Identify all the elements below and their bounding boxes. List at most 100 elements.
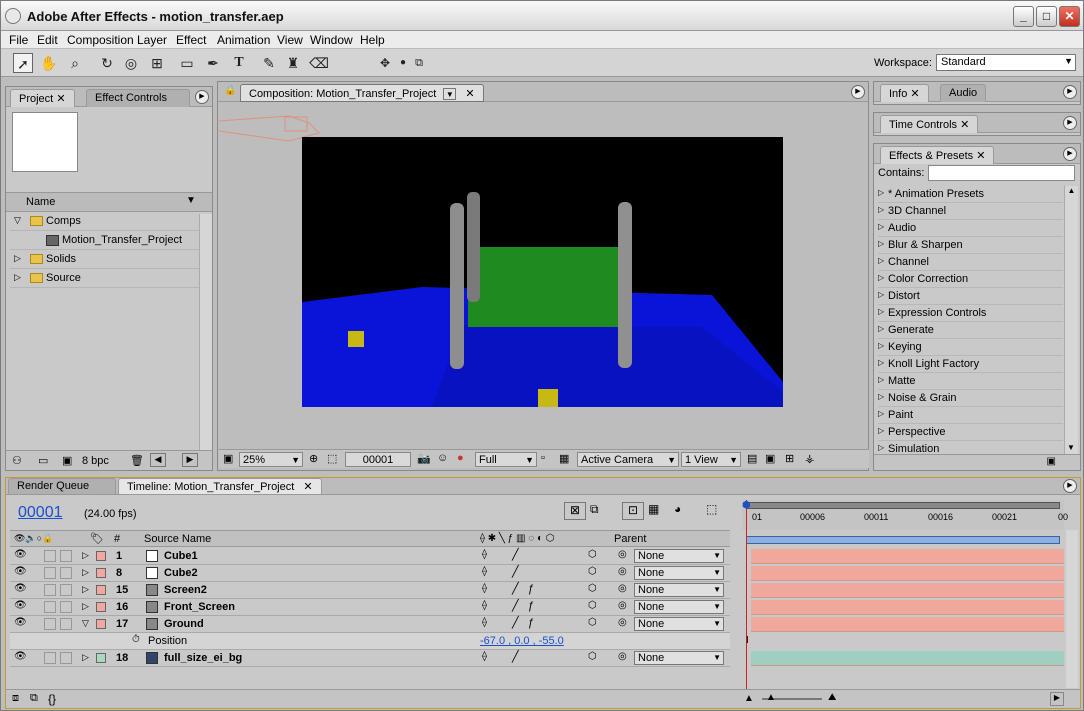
bpc-label[interactable]: 8 bpc	[82, 455, 109, 467]
layer-row[interactable]: 👁 ▽ 17 Ground ⟠ ╱ ƒ ⬡ ◎ None ▼	[10, 616, 730, 633]
solo-box[interactable]	[44, 567, 56, 579]
time-navigator-bar[interactable]	[746, 536, 1060, 544]
menu-window[interactable]: Window	[310, 33, 353, 47]
zoom-slider-handle[interactable]: ▲	[766, 692, 776, 703]
chevron-down-icon[interactable]: ▼	[186, 195, 196, 206]
tab-project[interactable]: Project ✕	[10, 89, 75, 107]
tab-audio[interactable]: Audio	[940, 84, 987, 102]
track-camera-icon[interactable]: ⊞	[147, 53, 167, 73]
axis-icon[interactable]: ✥	[375, 53, 395, 73]
view-axis-icon[interactable]: ⧉	[409, 53, 429, 73]
fast-previews-icon[interactable]: ▣	[765, 452, 775, 465]
pick-whip-icon[interactable]: ◎	[618, 617, 627, 628]
brush-tool-icon[interactable]: ✎	[259, 53, 279, 73]
tab-time-controls[interactable]: Time Controls ✕	[880, 115, 979, 133]
composition-viewer[interactable]	[302, 137, 783, 407]
list-item[interactable]: ▽ Comps	[10, 212, 200, 231]
pick-whip-icon[interactable]: ◎	[618, 651, 627, 662]
3d-layer-icon[interactable]: ⬡	[588, 566, 597, 577]
pick-whip-icon[interactable]: ◎	[618, 566, 627, 577]
label-color-swatch[interactable]	[96, 551, 106, 561]
quality-switch-icon[interactable]: ╱	[512, 650, 519, 663]
type-tool-icon[interactable]: T	[229, 53, 249, 73]
effects-search-input[interactable]	[928, 165, 1075, 181]
label-color-swatch[interactable]	[96, 585, 106, 595]
expand-triangle-icon[interactable]: ▷	[82, 567, 89, 578]
effects-category-item[interactable]: Perspective	[878, 424, 1063, 441]
effects-scrollbar[interactable]: ▲ ▼	[1064, 186, 1078, 454]
tab-composition[interactable]: Composition: Motion_Transfer_Project ▼ ✕	[240, 84, 484, 102]
eye-icon[interactable]: 👁	[14, 583, 27, 594]
pick-whip-icon[interactable]: ◎	[618, 583, 627, 594]
position-value[interactable]: -67.0 , 0.0 , -55.0	[480, 635, 564, 647]
zoom-in-icon[interactable]: ⛰	[828, 692, 836, 703]
new-comp-icon[interactable]: ▣	[62, 454, 72, 467]
layer-row[interactable]: 👁 ▷ 16 Front_Screen ⟠ ╱ ƒ ⬡ ◎ None ▼	[10, 599, 730, 616]
menu-edit[interactable]: Edit	[37, 33, 58, 47]
selection-tool-icon[interactable]: ➚	[13, 53, 33, 73]
position-property-row[interactable]: ⏱ Position -67.0 , 0.0 , -55.0	[10, 633, 730, 650]
layer-row[interactable]: 👁 ▷ 18 full_size_ei_bg ⟠ ╱ ⬡ ◎ None ▼	[10, 650, 730, 667]
chevron-down-icon[interactable]: ▼	[443, 88, 457, 100]
close-button[interactable]: ✕	[1059, 6, 1080, 27]
layer-duration-bar[interactable]	[751, 617, 1064, 632]
effects-category-item[interactable]: Knoll Light Factory	[878, 356, 1063, 373]
transparency-grid-icon[interactable]: ▦	[559, 452, 569, 465]
zoom-select[interactable]: 25% ▼	[239, 452, 303, 467]
layer-name[interactable]: Cube1	[164, 550, 198, 562]
tab-render-queue[interactable]: Render Queue	[8, 478, 116, 494]
mask-toggle-icon[interactable]: ⬚	[327, 452, 337, 465]
menu-effect[interactable]: Effect	[176, 33, 206, 47]
tab-info[interactable]: Info ✕	[880, 84, 929, 102]
expressions-icon[interactable]: {}	[48, 692, 56, 706]
effects-category-item[interactable]: * Animation Presets	[878, 186, 1063, 203]
shy-switch-icon[interactable]: ⟠	[482, 600, 487, 611]
effects-category-item[interactable]: Expression Controls	[878, 305, 1063, 322]
timeline-icon[interactable]: ⊞	[785, 452, 794, 465]
quality-switch-icon[interactable]: ╱	[512, 616, 519, 629]
current-time-display[interactable]: 00001	[18, 504, 63, 522]
3d-layer-icon[interactable]: ⬡	[588, 617, 597, 628]
minimize-button[interactable]: _	[1013, 6, 1034, 27]
label-color-swatch[interactable]	[96, 568, 106, 578]
menu-composition[interactable]: Composition	[67, 33, 134, 47]
lock-box[interactable]	[60, 601, 72, 613]
panel-menu-icon[interactable]: ▶	[1063, 85, 1077, 99]
lock-box[interactable]	[60, 652, 72, 664]
effect-switch-icon[interactable]: ƒ	[528, 617, 534, 629]
solo-box[interactable]	[44, 652, 56, 664]
close-icon[interactable]: ✕	[976, 150, 985, 162]
eye-icon[interactable]: 👁	[14, 651, 27, 662]
shy-switch-icon[interactable]: ⟠	[482, 651, 487, 662]
effects-category-item[interactable]: 3D Channel	[878, 203, 1063, 220]
expand-triangle-icon[interactable]: ▷	[82, 601, 89, 612]
3d-layer-icon[interactable]: ⬡	[588, 600, 597, 611]
tab-timeline[interactable]: Timeline: Motion_Transfer_Project ✕	[118, 478, 322, 494]
monitor-icon[interactable]: ▣	[223, 452, 233, 465]
project-scrollbar[interactable]	[199, 214, 212, 450]
layer-row[interactable]: 👁 ▷ 15 Screen2 ⟠ ╱ ƒ ⬡ ◎ None ▼	[10, 582, 730, 599]
close-icon[interactable]: ✕	[465, 88, 474, 100]
eye-icon[interactable]: 👁	[14, 600, 27, 611]
effects-category-item[interactable]: Paint	[878, 407, 1063, 424]
current-time-field[interactable]: 00001	[345, 452, 411, 467]
solo-box[interactable]	[44, 601, 56, 613]
effects-category-item[interactable]: Channel	[878, 254, 1063, 271]
3d-layer-icon[interactable]: ⬡	[588, 549, 597, 560]
list-item[interactable]: ▷ Solids	[10, 250, 200, 269]
shy-switch-icon[interactable]: ⟠	[482, 617, 487, 628]
effects-category-item[interactable]: Noise & Grain	[878, 390, 1063, 407]
parent-header[interactable]: Parent	[614, 533, 646, 545]
effects-category-item[interactable]: Audio	[878, 220, 1063, 237]
trash-icon[interactable]: 🗑	[130, 454, 144, 467]
quality-switch-icon[interactable]: ╱	[512, 599, 519, 612]
layer-duration-bar[interactable]	[751, 549, 1064, 564]
rotate-tool-icon[interactable]: ↻	[97, 53, 117, 73]
effects-category-item[interactable]: Color Correction	[878, 271, 1063, 288]
panel-menu-icon[interactable]: ▶	[195, 90, 209, 104]
layer-duration-bar[interactable]	[751, 583, 1064, 598]
solo-box[interactable]	[44, 618, 56, 630]
show-snapshot-icon[interactable]: ☺	[437, 452, 448, 464]
label-color-swatch[interactable]	[96, 602, 106, 612]
panel-menu-icon[interactable]: ▶	[851, 85, 865, 99]
